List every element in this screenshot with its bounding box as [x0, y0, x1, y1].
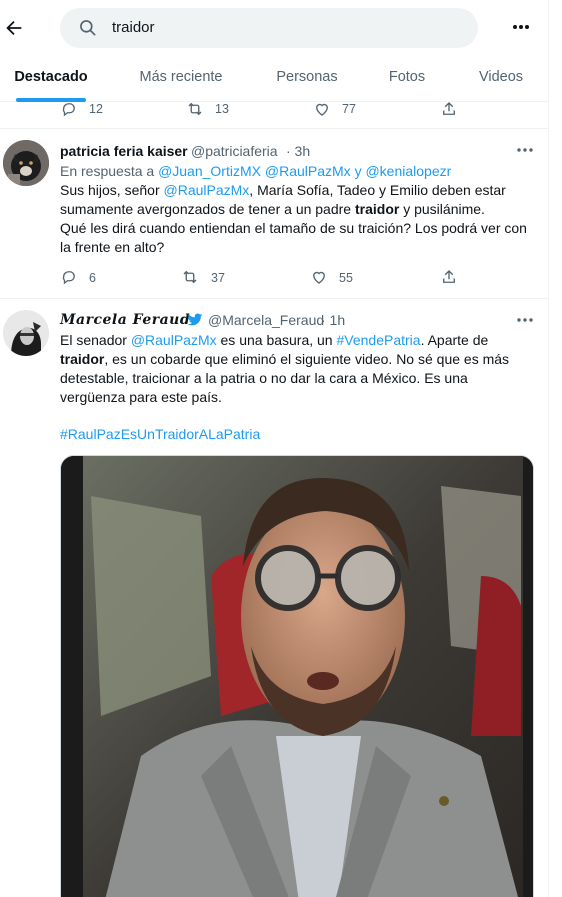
share-icon[interactable]: [440, 100, 458, 118]
tweet-text-line: traidor, es un cobarde que eliminó el si…: [60, 350, 509, 369]
highlighted-term: traidor: [60, 351, 105, 367]
reply-icon[interactable]: [60, 100, 78, 118]
divider: [0, 298, 548, 299]
retweet-icon[interactable]: [186, 100, 204, 118]
retweet-count: 13: [215, 102, 229, 116]
mention-link[interactable]: @Juan_OrtizMX: [158, 163, 261, 179]
tweet-text-line: vergüenza para este país.: [60, 389, 222, 405]
display-name[interactable]: patricia feria kaiser: [60, 143, 188, 159]
text: El senador: [60, 332, 127, 348]
reply-context: En respuesta a @Juan_OrtizMX @RaulPazMx …: [60, 162, 451, 181]
text: , es un cobarde que eliminó el siguiente…: [104, 351, 510, 367]
display-name[interactable]: Marcela Feraud: [60, 312, 190, 328]
text: , María Sofía, Tadeo y Emilio deben esta…: [249, 182, 506, 198]
hashtag-link[interactable]: #RaulPazEsUnTraidorALaPatria: [60, 425, 260, 444]
text: sumamente avergonzados de tener a un pad…: [60, 201, 352, 217]
share-icon[interactable]: [440, 268, 458, 286]
mention-link[interactable]: @RaulPazMx: [131, 332, 217, 348]
bird-icon: [187, 313, 203, 326]
avatar[interactable]: [3, 310, 49, 356]
tab-videos[interactable]: Videos: [468, 56, 534, 102]
search-tabs: Destacado Más reciente Personas Fotos Vi…: [0, 56, 548, 102]
handle[interactable]: @patriciaferia: [191, 143, 278, 159]
handle[interactable]: @Marcela_Feraud: [208, 312, 324, 328]
video-thumbnail: [61, 456, 533, 897]
tab-personas[interactable]: Personas: [262, 56, 352, 102]
video-player[interactable]: [60, 455, 534, 897]
text: Sus hijos, señor: [60, 182, 160, 198]
more-horizontal-icon[interactable]: [508, 16, 534, 38]
reply-icon[interactable]: [60, 268, 78, 286]
timestamp[interactable]: · 1h: [321, 312, 345, 328]
tab-destacado[interactable]: Destacado: [0, 56, 102, 102]
heart-icon[interactable]: [310, 268, 328, 286]
highlighted-term: traidor: [354, 201, 400, 217]
hashtag-link[interactable]: #VendePatria: [337, 332, 421, 348]
top-bar: traidor: [0, 0, 548, 56]
mention-link[interactable]: @RaulPazMx: [265, 163, 351, 179]
tab-fotos[interactable]: Fotos: [375, 56, 439, 102]
text: y pusilánime.: [403, 201, 485, 217]
divider: [0, 128, 548, 129]
tab-mas-reciente[interactable]: Más reciente: [118, 56, 244, 102]
like-count: 77: [342, 102, 356, 116]
retweet-icon[interactable]: [181, 268, 199, 286]
search-input[interactable]: traidor: [60, 8, 478, 48]
reply-count: 12: [89, 102, 103, 116]
search-results-page: traidor Destacado Más reciente Personas …: [0, 0, 549, 897]
avatar[interactable]: [3, 140, 49, 186]
arrow-left-icon[interactable]: [3, 17, 25, 39]
mention-link[interactable]: @kenialopezr: [365, 163, 451, 179]
tweet-text-line: El senador @RaulPazMx es una basura, un …: [60, 331, 488, 350]
more-horizontal-icon[interactable]: [512, 141, 538, 159]
text: . Aparte de: [420, 332, 489, 348]
mention-link[interactable]: @RaulPazMx: [164, 182, 250, 198]
tweet-text-line: Sus hijos, señor @RaulPazMx, María Sofía…: [60, 181, 506, 200]
retweet-count: 37: [211, 271, 225, 285]
tweet-text-line: la frente en alto?: [60, 239, 165, 255]
search-icon: [80, 20, 96, 36]
timestamp[interactable]: · 3h: [286, 143, 310, 159]
text: es una basura, un: [220, 332, 333, 348]
more-horizontal-icon[interactable]: [512, 311, 538, 329]
search-query: traidor: [112, 19, 155, 36]
tweet-text-line: sumamente avergonzados de tener a un pad…: [60, 200, 485, 219]
reply-count: 6: [89, 271, 96, 285]
reply-prefix: En respuesta a: [60, 163, 155, 179]
heart-icon[interactable]: [313, 100, 331, 118]
like-count: 55: [339, 271, 353, 285]
reply-and: y: [354, 163, 362, 179]
tweet-text-line: Qué les dirá cuando entiendan el tamaño …: [60, 220, 527, 236]
tweet-text-line: detestable, traicionar a la patria o no …: [60, 370, 468, 386]
